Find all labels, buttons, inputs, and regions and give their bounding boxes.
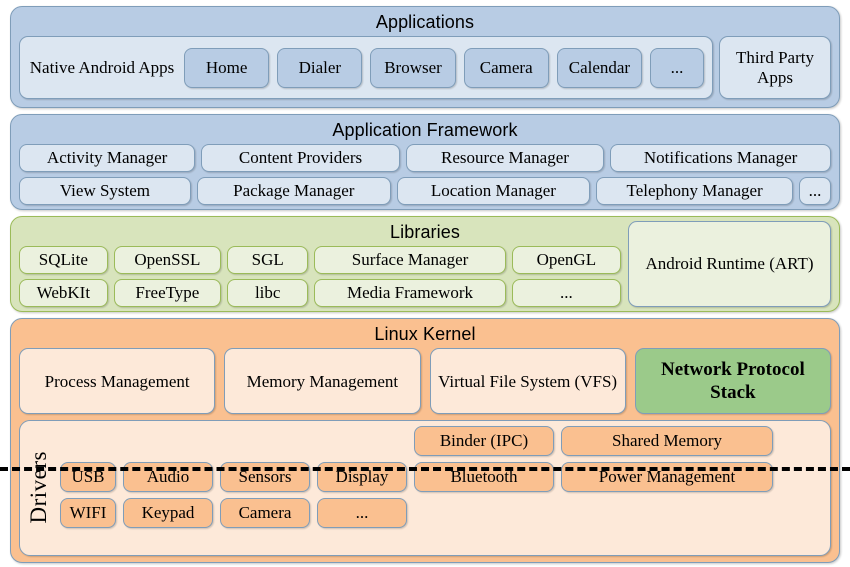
framework-telephony-manager[interactable]: Telephony Manager	[596, 177, 793, 205]
library-surface-manager[interactable]: Surface Manager	[314, 246, 506, 274]
driver-keypad[interactable]: Keypad	[123, 498, 213, 528]
app-dialer[interactable]: Dialer	[277, 47, 363, 88]
libraries-row-2: WebKIt FreeType libc Media Framework ...	[19, 279, 621, 307]
driver-more-ellipsis[interactable]: ...	[317, 498, 407, 528]
framework-activity-manager[interactable]: Activity Manager	[19, 144, 196, 172]
kernel-memory-management[interactable]: Memory Management	[224, 348, 421, 414]
framework-package-manager[interactable]: Package Manager	[196, 177, 391, 205]
framework-notifications-manager[interactable]: Notifications Manager	[610, 144, 831, 172]
libraries-row-1: SQLite OpenSSL SGL Surface Manager OpenG…	[19, 246, 621, 274]
layer-linux-kernel: Linux Kernel Process Management Memory M…	[10, 318, 840, 563]
native-android-apps-label: Native Android Apps	[29, 57, 175, 77]
app-camera[interactable]: Camera	[463, 47, 549, 88]
drivers-grid: Binder (IPC) Shared Memory USB Audio Sen…	[60, 426, 822, 549]
kernel-process-management[interactable]: Process Management	[19, 348, 216, 414]
app-home[interactable]: Home	[184, 47, 270, 88]
layer-title-linux-kernel: Linux Kernel	[374, 324, 476, 344]
drivers-row-1: Binder (IPC) Shared Memory	[60, 426, 822, 456]
app-calendar[interactable]: Calendar	[556, 47, 643, 88]
layer-title-application-framework: Application Framework	[332, 120, 518, 140]
library-media-framework[interactable]: Media Framework	[314, 279, 506, 307]
framework-location-manager[interactable]: Location Manager	[396, 177, 591, 205]
native-apps-group: Native Android Apps Home Dialer Browser …	[19, 36, 713, 99]
app-more-ellipsis[interactable]: ...	[650, 47, 705, 88]
framework-more-ellipsis[interactable]: ...	[799, 177, 831, 205]
framework-view-system[interactable]: View System	[19, 177, 191, 205]
applications-body: Native Android Apps Home Dialer Browser …	[19, 36, 831, 99]
drivers-row1-gap	[780, 426, 822, 456]
kernel-virtual-file-system[interactable]: Virtual File System (VFS)	[429, 348, 626, 414]
kernel-subsystems-row: Process Management Memory Management Vir…	[19, 348, 831, 414]
android-architecture-diagram: Applications Native Android Apps Home Di…	[0, 0, 850, 567]
library-more-ellipsis[interactable]: ...	[511, 279, 621, 307]
layer-libraries: Libraries SQLite OpenSSL SGL Surface Man…	[10, 216, 840, 312]
driver-camera[interactable]: Camera	[220, 498, 310, 528]
layer-application-framework: Application Framework Activity Manager C…	[10, 114, 840, 210]
driver-shared-memory[interactable]: Shared Memory	[561, 426, 773, 456]
kernel-network-protocol-stack[interactable]: Network Protocol Stack	[634, 348, 831, 414]
library-sgl[interactable]: SGL	[227, 246, 309, 274]
library-freetype[interactable]: FreeType	[113, 279, 222, 307]
drivers-row3-gap	[414, 498, 822, 528]
drivers-label-text: Drivers	[26, 451, 51, 524]
framework-content-providers[interactable]: Content Providers	[201, 144, 400, 172]
layer-title-applications: Applications	[375, 12, 475, 32]
library-sqlite[interactable]: SQLite	[19, 246, 108, 274]
library-opengl[interactable]: OpenGL	[511, 246, 621, 274]
library-openssl[interactable]: OpenSSL	[113, 246, 222, 274]
library-webkit[interactable]: WebKIt	[19, 279, 108, 307]
third-party-apps-box[interactable]: Third Party Apps	[719, 36, 831, 99]
dashed-cut-line	[0, 467, 850, 471]
libraries-grid: SQLite OpenSSL SGL Surface Manager OpenG…	[19, 246, 621, 307]
driver-wifi[interactable]: WIFI	[60, 498, 116, 528]
driver-binder-ipc[interactable]: Binder (IPC)	[414, 426, 554, 456]
libraries-body: SQLite OpenSSL SGL Surface Manager OpenG…	[19, 221, 831, 307]
library-libc[interactable]: libc	[227, 279, 309, 307]
framework-resource-manager[interactable]: Resource Manager	[405, 144, 605, 172]
drivers-label: Drivers	[24, 426, 54, 549]
app-browser[interactable]: Browser	[370, 47, 456, 88]
framework-row-1: Activity Manager Content Providers Resou…	[19, 144, 831, 172]
framework-row-2: View System Package Manager Location Man…	[19, 177, 831, 205]
drivers-container: Drivers Binder (IPC) Shared Memory USB A…	[19, 420, 831, 556]
layer-applications: Applications Native Android Apps Home Di…	[10, 6, 840, 108]
drivers-row-3: WIFI Keypad Camera ...	[60, 498, 822, 528]
android-runtime-box[interactable]: Android Runtime (ART)	[628, 221, 831, 307]
